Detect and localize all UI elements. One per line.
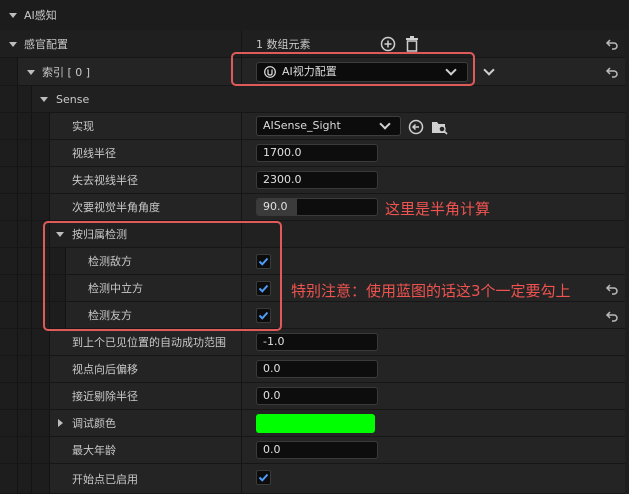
- near-clipping-radius-input[interactable]: 0.0: [256, 387, 378, 405]
- peripheral-angle-slider[interactable]: 90.0: [256, 198, 378, 216]
- add-element-icon[interactable]: [380, 36, 396, 52]
- sight-radius-input[interactable]: 1700.0: [256, 144, 378, 162]
- lose-sight-radius-input[interactable]: 2300.0: [256, 171, 378, 189]
- chevron-down-icon: [379, 118, 391, 130]
- expand-arrow-icon[interactable]: [9, 42, 17, 47]
- expand-arrow-icon[interactable]: [27, 70, 35, 75]
- near-clipping-radius-label: 接近剔除半径: [72, 390, 138, 403]
- starts-enabled-checkbox[interactable]: [256, 470, 271, 485]
- ai-perception-header[interactable]: AI感知: [0, 0, 629, 30]
- lose-sight-radius-row: 失去视线半径 2300.0: [0, 167, 629, 194]
- reset-to-default-icon[interactable]: [605, 37, 619, 51]
- senses-config-label: 感官配置: [24, 37, 68, 51]
- pov-backward-offset-row: 视点向后偏移 0.0: [0, 356, 629, 383]
- reset-to-default-icon[interactable]: [605, 309, 619, 323]
- use-selected-asset-icon[interactable]: [408, 119, 424, 135]
- affiliation-highlight-box: [43, 221, 282, 331]
- delete-all-icon[interactable]: [405, 36, 419, 52]
- blueprint-annotation: 特别注意：使用蓝图的话这3个一定要勾上: [291, 282, 571, 300]
- reset-to-default-icon[interactable]: [605, 282, 619, 296]
- auto-success-range-row: 到上个已见位置的自动成功范围 -1.0: [0, 329, 629, 356]
- dropdown-selected-value: AISense_Sight: [263, 119, 341, 132]
- half-angle-annotation: 这里是半角计算: [385, 200, 491, 218]
- max-age-label: 最大年龄: [72, 444, 116, 457]
- collapse-arrow-icon[interactable]: [9, 13, 17, 18]
- debug-color-row: 调试颜色: [0, 410, 629, 437]
- debug-color-swatch[interactable]: [256, 414, 375, 433]
- near-clipping-radius-row: 接近剔除半径 0.0: [0, 383, 629, 410]
- checkmark-icon: [258, 473, 269, 482]
- max-age-input[interactable]: 0.0: [256, 441, 378, 459]
- expand-arrow-icon[interactable]: [40, 97, 48, 102]
- sight-radius-row: 视线半径 1700.0: [0, 140, 629, 167]
- index-label: 索引 [ 0 ]: [42, 65, 91, 79]
- debug-color-label: 调试颜色: [72, 417, 116, 430]
- element-options-chevron-icon[interactable]: [483, 64, 495, 76]
- auto-success-range-input[interactable]: -1.0: [256, 333, 378, 351]
- pov-backward-offset-input[interactable]: 0.0: [256, 360, 378, 378]
- implementation-row: 实现 AISense_Sight: [0, 113, 629, 140]
- expand-arrow-icon[interactable]: [58, 419, 63, 427]
- sense-group-label: Sense: [56, 92, 90, 106]
- implementation-label: 实现: [72, 120, 94, 133]
- max-age-row: 最大年龄 0.0: [0, 437, 629, 464]
- section-title: AI感知: [24, 9, 57, 22]
- lose-sight-radius-label: 失去视线半径: [72, 174, 138, 187]
- starts-enabled-row: 开始点已启用: [0, 464, 629, 494]
- scrollbar-track[interactable]: [625, 30, 629, 494]
- reset-to-default-icon[interactable]: [605, 65, 619, 79]
- auto-success-range-label: 到上个已见位置的自动成功范围: [72, 336, 226, 349]
- browse-asset-icon[interactable]: [431, 119, 448, 135]
- pov-backward-offset-label: 视点向后偏移: [72, 363, 138, 376]
- peripheral-angle-label: 次要视觉半角角度: [72, 201, 160, 214]
- dropdown-highlight-box: [231, 52, 475, 86]
- sense-group-row[interactable]: Sense: [0, 86, 629, 113]
- peripheral-angle-value: 90.0: [263, 200, 288, 213]
- starts-enabled-label: 开始点已启用: [72, 472, 138, 486]
- implementation-dropdown[interactable]: AISense_Sight: [256, 116, 401, 136]
- sight-radius-label: 视线半径: [72, 147, 116, 160]
- peripheral-angle-row: 次要视觉半角角度 90.0 这里是半角计算: [0, 194, 629, 221]
